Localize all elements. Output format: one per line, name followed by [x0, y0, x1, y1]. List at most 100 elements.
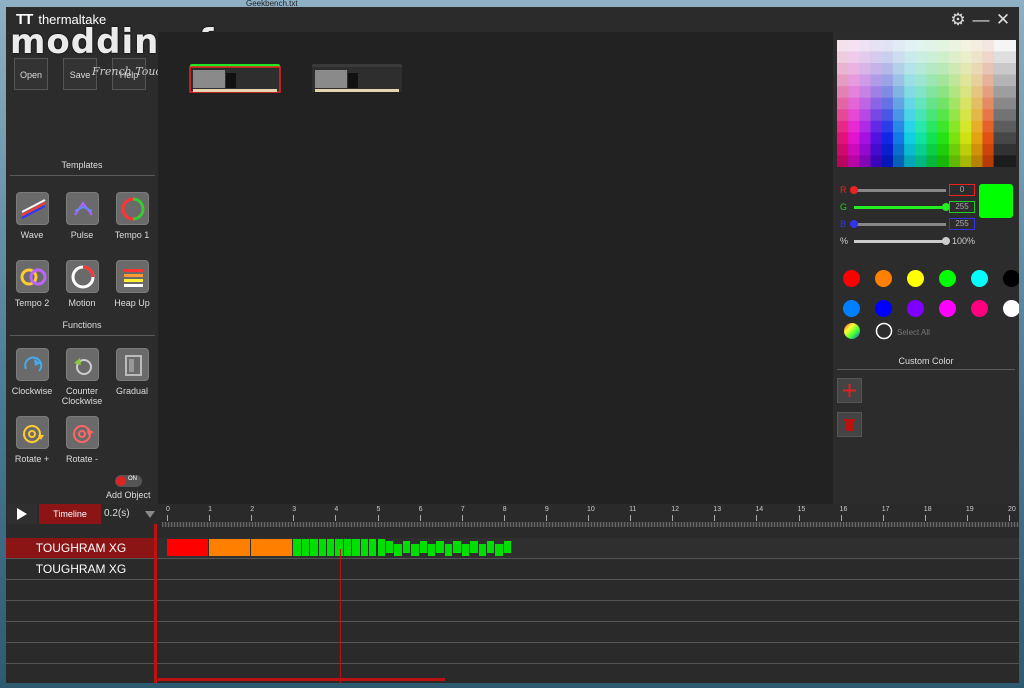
palette-cell[interactable]	[926, 51, 938, 64]
palette-cell[interactable]	[1004, 155, 1016, 167]
time-ruler[interactable]: 0 1 2 3 4 5 6 7 8 9 10 11 12 13 14 15 16 17 18 19 20	[162, 504, 1019, 528]
palette-cell[interactable]	[870, 155, 883, 167]
palette-cell[interactable]	[848, 120, 860, 133]
palette-cell[interactable]	[892, 74, 905, 87]
palette-cell[interactable]	[993, 155, 1006, 167]
palette-cell[interactable]	[915, 74, 927, 87]
palette-cell[interactable]	[837, 132, 849, 145]
palette-cell[interactable]	[937, 51, 950, 64]
palette-cell[interactable]	[948, 74, 961, 87]
open-button[interactable]: Open	[14, 58, 48, 90]
palette-cell[interactable]	[915, 40, 927, 52]
palette-cell[interactable]	[848, 109, 860, 122]
effect-clip-frame[interactable]	[503, 541, 512, 553]
function-counter-clockwise[interactable]: Counter Clockwise	[56, 348, 108, 406]
b-value[interactable]: 255	[949, 218, 975, 230]
select-all-link[interactable]: Select All	[897, 328, 930, 337]
color-swatch[interactable]	[971, 300, 988, 317]
palette-cell[interactable]	[982, 86, 994, 99]
palette-cell[interactable]	[948, 143, 961, 156]
palette-cell[interactable]	[915, 86, 927, 99]
palette-cell[interactable]	[993, 51, 1006, 64]
palette-cell[interactable]	[982, 40, 994, 52]
palette-cell[interactable]	[960, 40, 972, 52]
effect-clip-frame[interactable]	[377, 539, 385, 556]
palette-cell[interactable]	[960, 86, 972, 99]
palette-cell[interactable]	[948, 132, 961, 145]
add-object-toggle[interactable]: ON	[115, 475, 142, 487]
palette-cell[interactable]	[971, 109, 983, 122]
function-clockwise[interactable]: Clockwise	[6, 348, 58, 396]
palette-cell[interactable]	[971, 155, 983, 167]
palette-cell[interactable]	[926, 40, 938, 52]
palette-cell[interactable]	[1004, 86, 1016, 99]
palette-cell[interactable]	[881, 40, 894, 52]
palette-cell[interactable]	[837, 40, 849, 52]
palette-cell[interactable]	[881, 51, 894, 64]
palette-cell[interactable]	[859, 86, 871, 99]
effect-clip-frame[interactable]	[369, 539, 377, 556]
color-swatch[interactable]	[875, 270, 892, 287]
palette-cell[interactable]	[982, 97, 994, 110]
palette-cell[interactable]	[993, 74, 1006, 87]
palette-cell[interactable]	[948, 51, 961, 64]
palette-cell[interactable]	[993, 97, 1006, 110]
palette-cell[interactable]	[892, 63, 905, 75]
b-slider-handle[interactable]	[850, 220, 858, 228]
palette-cell[interactable]	[971, 120, 983, 133]
effect-clip-frame[interactable]	[318, 539, 326, 556]
palette-cell[interactable]	[870, 120, 883, 133]
palette-cell[interactable]	[881, 120, 894, 133]
effect-clip-frame[interactable]	[385, 541, 394, 553]
effect-clip-frame[interactable]	[301, 539, 310, 556]
palette-cell[interactable]	[937, 132, 950, 145]
palette-cell[interactable]	[993, 143, 1006, 156]
palette-cell[interactable]	[837, 51, 849, 64]
palette-cell[interactable]	[948, 97, 961, 110]
palette-cell[interactable]	[892, 86, 905, 99]
palette-cell[interactable]	[1004, 109, 1016, 122]
palette-cell[interactable]	[960, 63, 972, 75]
palette-cell[interactable]	[881, 74, 894, 87]
color-swatch[interactable]	[939, 300, 956, 317]
palette-cell[interactable]	[971, 132, 983, 145]
palette-cell[interactable]	[1004, 143, 1016, 156]
palette-cell[interactable]	[971, 143, 983, 156]
palette-cell[interactable]	[837, 143, 849, 156]
palette-cell[interactable]	[915, 97, 927, 110]
palette-cell[interactable]	[971, 97, 983, 110]
palette-cell[interactable]	[859, 109, 871, 122]
palette-cell[interactable]	[993, 40, 1006, 52]
palette-cell[interactable]	[859, 51, 871, 64]
palette-cell[interactable]	[926, 132, 938, 145]
palette-cell[interactable]	[1004, 51, 1016, 64]
timeline-tab[interactable]: Timeline	[39, 504, 101, 524]
palette-cell[interactable]	[859, 132, 871, 145]
effect-clip-frame[interactable]	[419, 541, 427, 553]
palette-cell[interactable]	[870, 74, 883, 87]
palette-cell[interactable]	[915, 63, 927, 75]
palette-cell[interactable]	[1004, 63, 1016, 75]
effect-clip-frame[interactable]	[444, 544, 453, 556]
palette-cell[interactable]	[859, 155, 871, 167]
palette-cell[interactable]	[848, 74, 860, 87]
palette-cell[interactable]	[859, 63, 871, 75]
ram-module[interactable]	[310, 63, 404, 93]
delete-custom-color-button[interactable]	[837, 412, 862, 437]
palette-cell[interactable]	[892, 120, 905, 133]
r-slider[interactable]	[850, 186, 946, 194]
palette-cell[interactable]	[892, 132, 905, 145]
play-button[interactable]	[7, 504, 37, 524]
palette-cell[interactable]	[892, 155, 905, 167]
palette-cell[interactable]	[859, 143, 871, 156]
palette-cell[interactable]	[926, 109, 938, 122]
palette-cell[interactable]	[892, 109, 905, 122]
palette-cell[interactable]	[848, 40, 860, 52]
empty-swatch-icon[interactable]	[874, 321, 894, 341]
palette-cell[interactable]	[960, 97, 972, 110]
add-custom-color-button[interactable]	[837, 378, 862, 403]
palette-cell[interactable]	[904, 63, 916, 75]
palette-cell[interactable]	[1004, 120, 1016, 133]
color-swatch[interactable]	[843, 270, 860, 287]
palette-cell[interactable]	[982, 132, 994, 145]
